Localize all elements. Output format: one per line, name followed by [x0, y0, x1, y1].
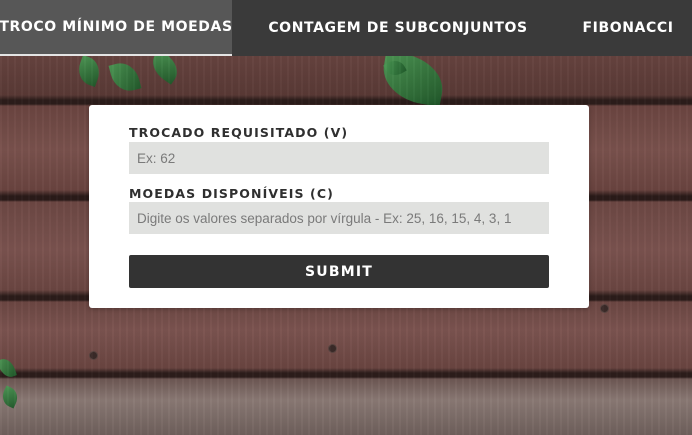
- change-required-input[interactable]: [129, 142, 549, 174]
- nail-decoration: [329, 345, 336, 352]
- leaf-decoration: [383, 56, 407, 80]
- tab-contagem-de-subconjuntos[interactable]: CONTAGEM DE SUBCONJUNTOS: [232, 0, 564, 56]
- tab-fibonacci[interactable]: FIBONACCI: [564, 0, 692, 56]
- submit-button[interactable]: SUBMIT: [129, 255, 549, 288]
- nail-decoration: [601, 305, 608, 312]
- leaf-decoration: [108, 59, 142, 95]
- leaf-decoration: [0, 356, 17, 380]
- available-coins-label: MOEDAS DISPONÍVEIS (C): [129, 186, 334, 201]
- leaf-decoration: [0, 385, 22, 409]
- nail-decoration: [90, 352, 97, 359]
- leaf-decoration: [74, 55, 104, 87]
- coin-change-form-card: TROCADO REQUISITADO (V) MOEDAS DISPONÍVE…: [89, 105, 589, 308]
- leaf-decoration: [378, 50, 448, 108]
- available-coins-input[interactable]: [129, 202, 549, 234]
- change-required-label: TROCADO REQUISITADO (V): [129, 125, 349, 140]
- top-navbar: TROCO MÍNIMO DE MOEDAS CONTAGEM DE SUBCO…: [0, 0, 692, 56]
- tab-troco-minimo-de-moedas[interactable]: TROCO MÍNIMO DE MOEDAS: [0, 0, 232, 56]
